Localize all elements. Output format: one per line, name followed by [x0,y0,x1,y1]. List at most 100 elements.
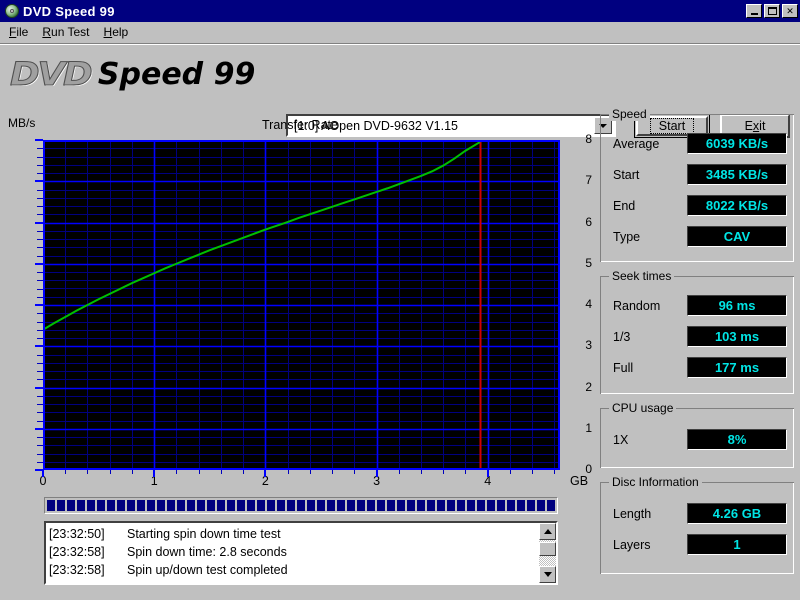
chart-y-minor-tick [37,329,43,331]
scroll-up-button[interactable] [539,523,556,540]
speed-row: Average 6039 KB/s [613,133,787,154]
chart-y-minor-tick [37,338,43,339]
chart-y-minor-tick [37,437,43,438]
chart-y-tick-label: 7 [585,173,592,188]
scrollbar-thumb[interactable] [539,542,556,556]
disc-row: Length 4.26 GB [613,503,787,524]
chart-x-minor-tick [532,470,534,474]
menu-item-run-test-rest: un Test [51,25,90,39]
chart-y-minor-tick [37,313,43,315]
chart-y-minor-tick [37,247,43,249]
menu-item-file[interactable]: File [2,23,35,41]
log-scrollbar[interactable] [539,523,556,583]
speed-value: 6039 KB/s [687,133,787,154]
log-entry-message: Spin up/down test completed [127,563,288,577]
chart-x-minor-tick [287,470,289,474]
speed-label: Average [613,136,660,151]
cpu-label: 1X [613,432,629,447]
chart-y-minor-tick [37,453,43,455]
seek-value: 177 ms [687,357,787,378]
chart-y-minor-tick [37,214,43,216]
chart-y-tick-mark [35,262,43,265]
chart-y-minor-tick [37,156,43,158]
seek-label: 1/3 [613,329,631,344]
chart-x-tick-mark [486,470,489,477]
chart-y-minor-tick [37,321,43,323]
chart-y-minor-tick [37,461,43,463]
chart-y-tick-label: 8 [585,132,592,146]
seek-row: Random 96 ms [613,295,787,316]
chart-x-minor-tick [465,470,467,474]
speed-panel-title: Speed [609,107,650,121]
chart-y-minor-tick [37,173,43,174]
chart-y-minor-tick [37,288,43,290]
log-entry-time: [23:32:58] [49,563,105,577]
menu-item-run-test[interactable]: Run Test [35,23,96,41]
chart-x-tick-mark [375,470,378,477]
seek-label: Full [613,360,634,375]
chart-y-tick-label: 1 [585,420,592,435]
log-entry-time: [23:32:58] [49,545,105,559]
maximize-button[interactable] [764,4,780,18]
title-bar: DVD Speed 99 ✕ [0,0,800,22]
chart-plot-area [43,140,560,470]
chart-y-minor-tick [37,412,43,414]
close-button[interactable]: ✕ [782,4,798,18]
log-entry-message: Spin down time: 2.8 seconds [127,545,287,559]
chart-y-tick-mark [35,345,43,348]
menu-item-help[interactable]: Help [97,23,136,41]
speed-panel: Speed Average 6039 KB/s Start 3485 KB/s End 8… [600,107,794,262]
seek-times-panel-title: Seek times [609,269,675,283]
log-entry: [23:32:50] Starting spin down time test [49,525,539,543]
seek-label: Random [613,298,661,313]
chart-x-minor-tick [554,470,556,474]
chart-x-tick-mark [42,470,44,477]
chart-title: Transfer Rate [262,118,338,132]
chart-y-minor-tick [37,395,43,397]
chart-x-minor-tick [65,470,67,474]
cpu-value: 8% [687,429,787,450]
chart-x-minor-tick [309,470,311,474]
speed-label: Start [613,167,640,182]
chart-y-minor-tick [37,280,43,282]
log-entry: [23:32:58] Spin up/down test completed [49,561,539,579]
chart-x-tick-mark [264,470,267,477]
scrollbar-track[interactable] [539,540,556,566]
chart-x-minor-tick [398,470,400,474]
chart-y-tick-label: 2 [585,379,592,394]
chart-x-axis-label: GB [570,474,589,488]
chart-y-tick-mark [35,427,43,430]
speed99-logo-text: Speed 99 [97,56,256,92]
test-progress-bar [44,497,558,514]
chart-x-minor-tick [220,470,222,474]
speed-row: Type CAV [613,226,787,247]
chart-y-tick-mark [35,180,43,183]
menu-item-help-rest: elp [112,25,129,39]
speed-row: End 8022 KB/s [613,195,787,216]
chart-y-tick-label: 6 [585,214,592,229]
header-bar: DVD Speed 99 [1:0] AOpen DVD-9632 V1.15 … [0,46,800,138]
chart-y-minor-tick [37,362,43,364]
chart-y-minor-tick [37,445,43,447]
chart-y-minor-tick [37,230,43,232]
chart-y-tick-mark [35,386,43,389]
chart-y-minor-tick [37,420,43,422]
chart-x-minor-tick [87,470,89,474]
chart-y-minor-tick [37,404,43,405]
scroll-down-button[interactable] [539,566,556,583]
speed-row: Start 3485 KB/s [613,164,787,185]
seek-row: 1/3 103 ms [613,326,787,347]
chart-series-line [43,141,481,331]
chart-x-minor-tick [109,470,111,474]
chart-y-minor-tick [37,371,43,372]
speed-value: CAV [687,226,787,247]
chart-x-minor-tick [131,470,133,474]
chart-y-tick-label: 0 [585,462,592,476]
disc-icon [4,3,20,19]
chart-x-minor-tick [354,470,356,474]
chart-y-tick-mark [35,304,43,306]
chart-y-minor-tick [37,272,43,273]
minimize-button[interactable] [746,4,762,18]
chart-y-minor-tick [37,379,43,381]
chart-x-minor-tick [421,470,423,474]
